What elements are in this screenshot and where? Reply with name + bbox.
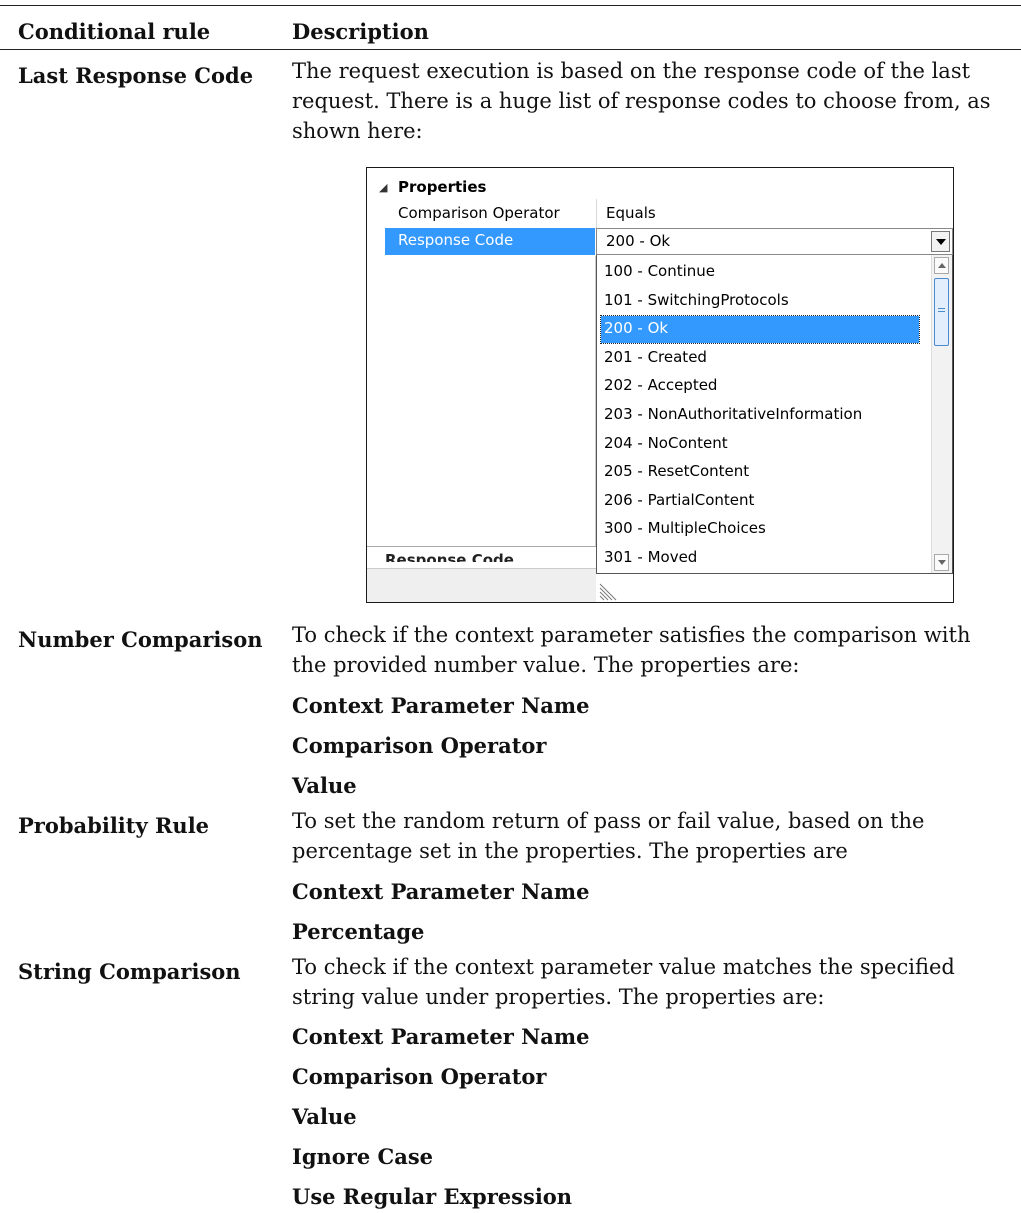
dropdown-option-label: 201 - Created [604, 347, 707, 366]
rule-description-last-response-code: The request execution is based on the re… [292, 59, 991, 143]
property-label-response-code: Response Code [398, 231, 514, 249]
rule-name-string-comparison: String Comparison [18, 959, 241, 984]
dropdown-option[interactable]: 100 - Continue [601, 259, 919, 286]
collapse-triangle-icon[interactable]: ◢ [379, 181, 387, 194]
dropdown-option[interactable]: 101 - SwitchingProtocols [601, 288, 919, 315]
response-code-combobox[interactable]: 200 - Ok [596, 228, 953, 255]
rule-name-last-response-code: Last Response Code [18, 63, 254, 88]
rule-description-string-comparison: To check if the context parameter value … [292, 955, 955, 1009]
dropdown-option[interactable]: 202 - Accepted [601, 373, 919, 400]
dropdown-option[interactable]: 204 - NoContent [601, 431, 919, 458]
property-row-response-code[interactable]: Response Code [385, 228, 595, 255]
property-name: Percentage [292, 919, 425, 944]
dropdown-option[interactable]: 301 - Moved [601, 545, 919, 572]
property-name: Context Parameter Name [292, 693, 590, 718]
table-top-rule [0, 5, 1021, 6]
property-name: Context Parameter Name [292, 1024, 590, 1049]
dropdown-option[interactable]: 201 - Created [601, 345, 919, 372]
dropdown-option-label: 205 - ResetContent [604, 462, 750, 481]
dropdown-scrollbar[interactable] [931, 255, 952, 573]
rule-name-probability-rule: Probability Rule [18, 813, 210, 838]
property-name: Comparison Operator [292, 733, 547, 758]
rule-name-number-comparison: Number Comparison [18, 627, 263, 652]
property-name: Context Parameter Name [292, 879, 590, 904]
dropdown-option[interactable]: 200 - Ok [600, 315, 920, 345]
description-pane [367, 569, 596, 602]
dropdown-option-label: 203 - NonAuthoritativeInformation [604, 405, 863, 423]
property-name: Value [292, 773, 357, 798]
properties-window-screenshot: ◢ Properties Comparison Operator Equals … [366, 167, 954, 603]
property-name: Comparison Operator [292, 1064, 547, 1089]
header-conditional-rule: Conditional rule [18, 19, 211, 44]
dropdown-option[interactable]: 203 - NonAuthoritativeInformation [601, 402, 919, 429]
scroll-grip-icon [938, 308, 945, 312]
dropdown-option-label: 100 - Continue [604, 262, 716, 280]
dropdown-option-label: 101 - SwitchingProtocols [604, 290, 789, 309]
property-label-comparison-operator: Comparison Operator [398, 204, 560, 222]
dropdown-option-label: 300 - MultipleChoices [604, 519, 766, 538]
dropdown-option-label: 206 - PartialContent [604, 490, 755, 509]
scroll-down-arrow-icon[interactable] [934, 554, 949, 571]
properties-section-title: Properties [398, 178, 487, 196]
dropdown-option[interactable]: 300 - MultipleChoices [601, 516, 919, 543]
resize-grip-icon[interactable] [596, 576, 626, 602]
response-code-dropdown-list[interactable]: 100 - Continue 101 - SwitchingProtocols 20… [596, 255, 953, 574]
property-name: Value [292, 1104, 357, 1129]
header-description: Description [292, 19, 429, 44]
description-pane-title: Response Code [385, 551, 514, 562]
table-header-rule [0, 49, 1021, 50]
rule-description-number-comparison: To check if the context parameter satisf… [292, 623, 971, 677]
property-value-comparison-operator[interactable]: Equals [606, 204, 656, 222]
dropdown-option-label: 204 - NoContent [604, 433, 728, 452]
dropdown-option[interactable]: 205 - ResetContent [601, 459, 919, 486]
description-pane-divider [367, 546, 596, 547]
dropdown-option[interactable]: 206 - PartialContent [601, 488, 919, 515]
dropdown-arrow-icon[interactable] [931, 231, 950, 252]
response-code-value: 200 - Ok [606, 232, 671, 250]
property-name: Use Regular Expression [292, 1184, 573, 1209]
scroll-thumb[interactable] [934, 278, 949, 346]
scroll-up-arrow-icon[interactable] [934, 257, 949, 274]
properties-section-header: ◢ Properties [367, 173, 953, 199]
property-name: Ignore Case [292, 1144, 434, 1169]
dropdown-option-label: 301 - Moved [604, 548, 698, 566]
rule-description-probability-rule: To set the random return of pass or fail… [292, 809, 925, 863]
property-grid-left-pane [385, 256, 596, 546]
dropdown-option-label: 202 - Accepted [604, 376, 718, 395]
dropdown-option-label: 200 - Ok [604, 319, 669, 338]
